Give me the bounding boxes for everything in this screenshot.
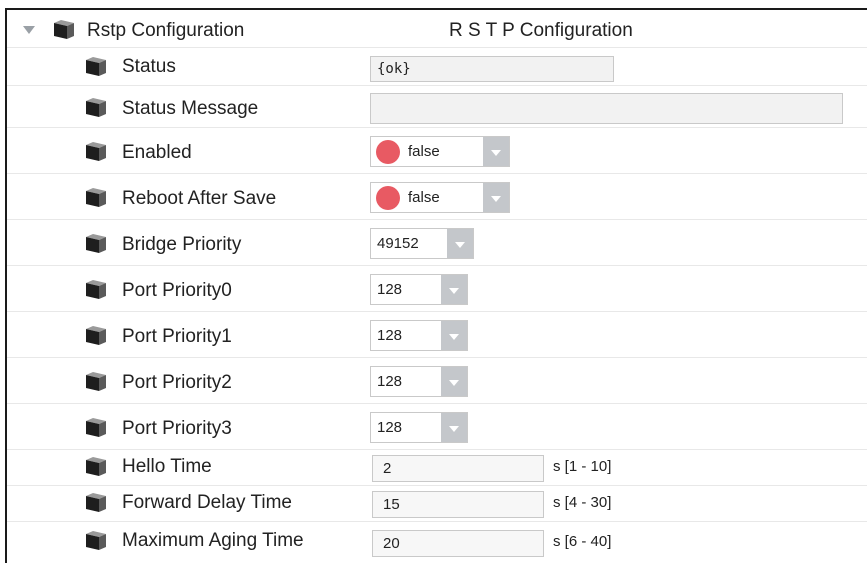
port-priority1-select[interactable]: 128 (370, 320, 468, 351)
false-indicator-icon (376, 140, 400, 164)
property-row-enabled: Enabled false (7, 128, 867, 174)
cube-icon (83, 418, 107, 438)
hello-time-range: s [1 - 10] (553, 458, 612, 475)
cube-icon (83, 493, 107, 513)
property-row-port-priority3: Port Priority3 128 (7, 404, 867, 450)
chevron-down-icon[interactable] (447, 229, 473, 258)
property-row-status-message: Status Message (7, 86, 867, 128)
port-priority3-select[interactable]: 128 (370, 412, 468, 443)
port-priority3-value: 128 (377, 419, 403, 436)
maximum-aging-time-input[interactable]: 20 (372, 530, 544, 557)
property-row-status: Status {ok} (7, 48, 867, 86)
property-label-maximum-aging-time: Maximum Aging Time (122, 530, 304, 551)
chevron-down-icon[interactable] (441, 413, 467, 442)
reboot-after-save-select[interactable]: false (370, 182, 510, 213)
forward-delay-time-range: s [4 - 30] (553, 494, 612, 511)
chevron-down-icon[interactable] (441, 367, 467, 396)
hello-time-input[interactable]: 2 (372, 455, 544, 482)
caret-down-icon[interactable] (23, 26, 35, 34)
chevron-down-icon[interactable] (483, 183, 509, 212)
enabled-value: false (408, 143, 440, 160)
property-row-port-priority2: Port Priority2 128 (7, 358, 867, 404)
folder-row-rstp-configuration[interactable]: Rstp Configuration R S T P Configuration (7, 10, 867, 48)
cube-icon (83, 326, 107, 346)
cube-icon (83, 457, 107, 477)
reboot-after-save-value: false (408, 189, 440, 206)
property-label-status-message: Status Message (122, 98, 259, 119)
false-indicator-icon (376, 186, 400, 210)
cube-icon (83, 372, 107, 392)
port-priority0-value: 128 (377, 281, 403, 298)
bridge-priority-value: 49152 (377, 235, 419, 252)
cube-icon (83, 280, 107, 300)
folder-display-name: R S T P Configuration (449, 20, 633, 41)
cube-icon (51, 20, 75, 40)
property-row-port-priority1: Port Priority1 128 (7, 312, 867, 358)
property-row-reboot-after-save: Reboot After Save false (7, 174, 867, 220)
folder-name: Rstp Configuration (87, 20, 245, 41)
port-priority0-select[interactable]: 128 (370, 274, 468, 305)
chevron-down-icon[interactable] (441, 275, 467, 304)
cube-icon (83, 234, 107, 254)
bridge-priority-select[interactable]: 49152 (370, 228, 474, 259)
port-priority2-value: 128 (377, 373, 403, 390)
maximum-aging-time-range: s [6 - 40] (553, 533, 612, 550)
cube-icon (83, 531, 107, 551)
chevron-down-icon[interactable] (441, 321, 467, 350)
port-priority1-value: 128 (377, 327, 403, 344)
property-label-port-priority3: Port Priority3 (122, 418, 232, 439)
cube-icon (83, 142, 107, 162)
port-priority2-select[interactable]: 128 (370, 366, 468, 397)
property-label-port-priority2: Port Priority2 (122, 372, 232, 393)
property-sheet: Rstp Configuration R S T P Configuration… (5, 8, 867, 563)
cube-icon (83, 188, 107, 208)
chevron-down-icon[interactable] (483, 137, 509, 166)
enabled-select[interactable]: false (370, 136, 510, 167)
forward-delay-time-input[interactable]: 15 (372, 491, 544, 518)
property-label-bridge-priority: Bridge Priority (122, 234, 242, 255)
cube-icon (83, 98, 107, 118)
cube-icon (83, 57, 107, 77)
property-row-maximum-aging-time: Maximum Aging Time 20 s [6 - 40] (7, 522, 867, 563)
property-label-enabled: Enabled (122, 142, 192, 163)
property-row-bridge-priority: Bridge Priority 49152 (7, 220, 867, 266)
property-row-forward-delay-time: Forward Delay Time 15 s [4 - 30] (7, 486, 867, 522)
property-label-forward-delay-time: Forward Delay Time (122, 492, 292, 513)
status-message-field (370, 93, 843, 124)
property-label-port-priority1: Port Priority1 (122, 326, 232, 347)
property-label-status: Status (122, 56, 176, 77)
property-label-reboot-after-save: Reboot After Save (122, 188, 277, 209)
property-label-hello-time: Hello Time (122, 456, 212, 477)
property-row-hello-time: Hello Time 2 s [1 - 10] (7, 450, 867, 486)
property-label-port-priority0: Port Priority0 (122, 280, 232, 301)
property-row-port-priority0: Port Priority0 128 (7, 266, 867, 312)
status-field: {ok} (370, 56, 614, 82)
